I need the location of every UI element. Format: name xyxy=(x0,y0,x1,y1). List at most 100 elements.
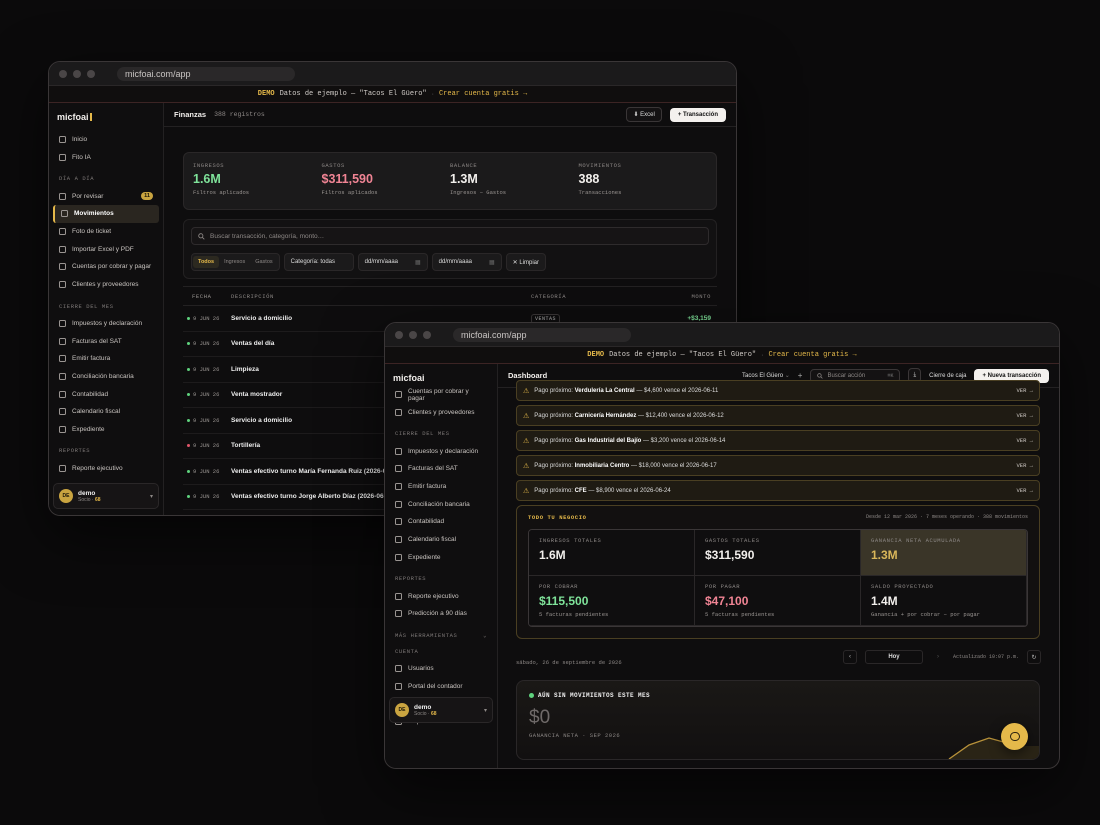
sidebar-item-importar-excel-y-pdf[interactable]: Importar Excel y PDF xyxy=(49,240,163,258)
sidebar-item-inicio[interactable]: Inicio xyxy=(49,131,163,149)
section-cuenta: CUENTA xyxy=(395,647,419,655)
sidebar-item-calendario-fiscal[interactable]: Calendario fiscal xyxy=(49,403,163,421)
window-maximize-dot[interactable] xyxy=(423,330,431,339)
alert-prefix: Pago próximo: xyxy=(534,462,573,469)
business-selector[interactable]: Tacos El Güero ⌄ xyxy=(742,372,790,379)
seg-gastos[interactable]: Gastos xyxy=(250,256,277,268)
sidebar-item-contabilidad[interactable]: Contabilidad xyxy=(49,385,163,403)
sidebar-item-foto-de-ticket[interactable]: Foto de ticket xyxy=(49,223,163,241)
window-maximize-dot[interactable] xyxy=(87,69,95,78)
sidebar-item-reporte-ejecutivo[interactable]: Reporte ejecutivo xyxy=(385,587,497,605)
user-menu[interactable]: DE demo Socio · 68 ▾ xyxy=(53,483,159,509)
sidebar-item-emitir-factura[interactable]: Emitir factura xyxy=(385,478,497,496)
warning-icon: ⚠ xyxy=(523,437,530,445)
month-status-text: AÚN SIN MOVIMIENTOS ESTE MES xyxy=(538,692,651,699)
view-alert-button[interactable]: VER → xyxy=(1016,437,1033,444)
create-account-link[interactable]: Crear cuenta gratis → xyxy=(439,90,527,98)
export-excel-button[interactable]: ⬇ Excel xyxy=(626,107,662,122)
user-menu[interactable]: DE demo Socio · 68 ▾ xyxy=(389,697,493,723)
view-alert-button[interactable]: VER → xyxy=(1016,412,1033,419)
month-card: AÚN SIN MOVIMIENTOS ESTE MES $0 GANANCIA… xyxy=(516,680,1040,760)
prev-day-button[interactable]: ‹ xyxy=(842,650,857,664)
sidebar-item-conciliacion-bancaria[interactable]: Conciliación bancaria xyxy=(49,368,163,386)
seg-todos[interactable]: Todos xyxy=(193,256,220,268)
sidebar-item-expediente[interactable]: Expediente xyxy=(49,421,163,439)
sidebar-item-por-revisar[interactable]: Por revisar 11 xyxy=(49,187,163,205)
impuestos-y-declaracion-icon xyxy=(395,447,402,455)
payment-alert[interactable]: ⚠ Pago próximo: Carnicería Hernández — $… xyxy=(516,405,1040,426)
alert-prefix: Pago próximo: xyxy=(534,412,573,419)
clientes-y-proveedores-icon xyxy=(59,281,66,289)
view-alert-button[interactable]: VER → xyxy=(1016,387,1033,394)
window-close-dot[interactable] xyxy=(395,330,403,339)
sidebar-item-facturas-del-sat[interactable]: Facturas del SAT xyxy=(385,460,497,478)
payment-alert[interactable]: ⚠ Pago próximo: CFE — $8,900 vence el 20… xyxy=(516,480,1040,501)
user-plan: Socio · 68 xyxy=(414,711,437,717)
add-business-button[interactable]: + xyxy=(798,371,803,380)
col-descripcion[interactable]: DESCRIPCIÓN xyxy=(231,293,531,300)
date-to-input[interactable]: dd/mm/aaaa ▦ xyxy=(431,253,502,271)
today-button[interactable]: Hoy xyxy=(864,650,923,664)
next-day-button[interactable]: › xyxy=(931,650,945,664)
brand-logo[interactable]: micfoai xyxy=(49,103,163,131)
col-fecha[interactable]: FECHA xyxy=(183,293,231,300)
metric-gastos-totales: GASTOS TOTALES $311,590 xyxy=(695,530,861,576)
sidebar-item-cuentas-por-cobrar-y-pagar[interactable]: Cuentas por cobrar y pagar xyxy=(385,386,497,404)
sidebar-item-fito-ia[interactable]: Fito IA xyxy=(49,149,163,167)
brand-mark xyxy=(89,113,92,121)
stat-value: 1.6M xyxy=(193,172,221,186)
sidebar-item-impuestos-y-declaracion[interactable]: Impuestos y declaración xyxy=(49,315,163,333)
sidebar-item-prediccion-a-90-dias[interactable]: Predicción a 90 días xyxy=(385,605,497,623)
window-close-dot[interactable] xyxy=(59,69,67,78)
section-mas-herramientas[interactable]: MÁS HERRAMIENTAS ⌄ xyxy=(385,632,497,639)
address-bar[interactable]: micfoai.com/app xyxy=(117,66,295,81)
section-dia-a-dia: DÍA A DÍA xyxy=(59,175,95,183)
sidebar-item-clientes-y-proveedores[interactable]: Clientes y proveedores xyxy=(385,404,497,422)
payment-alert[interactable]: ⚠ Pago próximo: Verdulería La Central — … xyxy=(516,380,1040,401)
col-categoria[interactable]: CATEGORÍA xyxy=(531,293,641,300)
sidebar-item-portal-del-contador[interactable]: Portal del contador xyxy=(385,677,497,695)
demo-separator: · xyxy=(761,351,764,359)
sidebar-item-usuarios[interactable]: Usuarios xyxy=(385,660,497,678)
category-select[interactable]: Categoría: todas xyxy=(283,253,354,271)
sidebar-item-reporte-ejecutivo[interactable]: Reporte ejecutivo xyxy=(49,459,163,477)
sidebar-item-label: Impuestos y declaración xyxy=(72,319,143,327)
sidebar-item-cuentas-por-cobrar-y-pagar[interactable]: Cuentas por cobrar y pagar xyxy=(49,258,163,276)
search-icon xyxy=(198,232,205,240)
section-cierre-del-mes: CIERRE DEL MES xyxy=(59,302,114,310)
sidebar-item-contabilidad[interactable]: Contabilidad xyxy=(385,513,497,531)
add-transaction-button[interactable]: + Transacción xyxy=(669,107,726,122)
col-monto[interactable]: MONTO xyxy=(641,293,711,300)
sidebar-item-facturas-del-sat[interactable]: Facturas del SAT xyxy=(49,332,163,350)
metric-label: INGRESOS TOTALES xyxy=(539,537,602,544)
sidebar-item-label: Conciliación bancaria xyxy=(408,500,470,508)
cierre-de-caja-button[interactable]: Cierre de caja xyxy=(929,373,966,379)
row-date: 9 JUN 26 xyxy=(193,493,220,501)
user-plan-value: 68 xyxy=(94,496,101,503)
sidebar-item-movimientos[interactable]: Movimientos xyxy=(53,205,159,223)
create-account-link[interactable]: Crear cuenta gratis → xyxy=(768,351,856,359)
payment-alert[interactable]: ⚠ Pago próximo: Gas Industrial del Bajío… xyxy=(516,430,1040,451)
movimientos-icon xyxy=(61,210,68,218)
chat-button[interactable] xyxy=(1001,723,1028,750)
usuarios-icon xyxy=(395,664,402,672)
sidebar-item-emitir-factura[interactable]: Emitir factura xyxy=(49,350,163,368)
refresh-button[interactable]: ↻ xyxy=(1027,650,1041,664)
metric-ingresos-totales: INGRESOS TOTALES 1.6M xyxy=(529,530,695,576)
window-minimize-dot[interactable] xyxy=(73,69,81,78)
sidebar-item-calendario-fiscal[interactable]: Calendario fiscal xyxy=(385,531,497,549)
address-bar[interactable]: micfoai.com/app xyxy=(453,327,631,342)
stat-movimientos: MOVIMIENTOS 388 Transacciones xyxy=(579,162,708,200)
view-alert-button[interactable]: VER → xyxy=(1016,487,1033,494)
date-from-input[interactable]: dd/mm/aaaa ▦ xyxy=(357,253,428,271)
sidebar-item-impuestos-y-declaracion[interactable]: Impuestos y declaración xyxy=(385,442,497,460)
view-alert-button[interactable]: VER → xyxy=(1016,462,1033,469)
clear-filters-button[interactable]: ✕ Limpiar xyxy=(505,253,547,271)
sidebar-item-conciliacion-bancaria[interactable]: Conciliación bancaria xyxy=(385,495,497,513)
window-minimize-dot[interactable] xyxy=(409,330,417,339)
sidebar-item-expediente[interactable]: Expediente xyxy=(385,549,497,567)
search-input[interactable]: Buscar transacción, categoría, monto… xyxy=(191,227,709,245)
seg-ingresos[interactable]: Ingresos xyxy=(219,256,250,268)
payment-alert[interactable]: ⚠ Pago próximo: Inmobiliaria Centro — $1… xyxy=(516,455,1040,476)
sidebar-item-clientes-y-proveedores[interactable]: Clientes y proveedores xyxy=(49,276,163,294)
